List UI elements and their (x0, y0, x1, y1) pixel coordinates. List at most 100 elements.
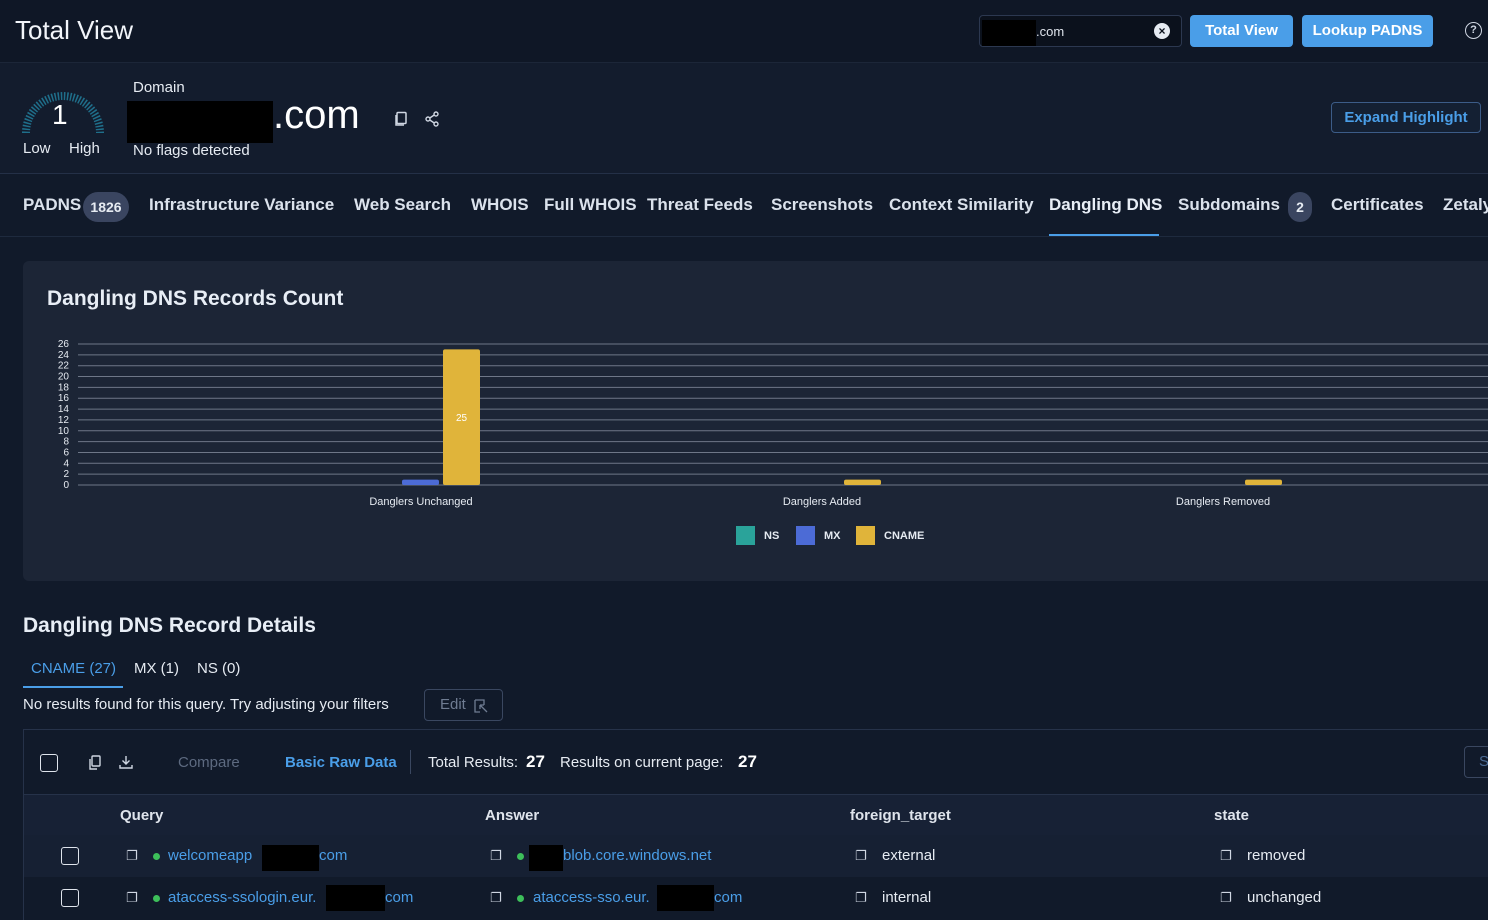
row-checkbox[interactable] (61, 847, 79, 865)
copy-icon[interactable]: ❐ (855, 890, 867, 905)
domain-header: 1 Low High Domain .com No flags detected… (0, 63, 1488, 174)
risk-score: 1 (52, 99, 68, 130)
col-foreign-target[interactable]: foreign_target (850, 807, 951, 824)
row-checkbox[interactable] (61, 889, 79, 907)
basic-raw-data-button[interactable]: Basic Raw Data (285, 754, 397, 771)
tab-whois[interactable]: WHOIS (471, 195, 529, 215)
expand-highlight-button[interactable]: Expand Highlight (1331, 102, 1481, 133)
total-results-label: Total Results: (428, 754, 519, 771)
tab-screenshots[interactable]: Screenshots (771, 195, 873, 215)
tab-subdomains[interactable]: Subdomains (1178, 195, 1280, 215)
subdomains-count-badge: 2 (1288, 192, 1312, 222)
edit-icon (474, 699, 488, 713)
table-row: ❐ ataccess-ssologin.eur. com ❐ ataccess-… (24, 877, 1488, 919)
y-tick-label: 14 (58, 404, 70, 415)
col-query[interactable]: Query (120, 807, 163, 824)
clear-icon[interactable]: × (1154, 23, 1170, 39)
table-toolbar: Compare Basic Raw Data Total Results: 27… (24, 730, 1488, 795)
x-tick-label: Danglers Removed (1176, 496, 1270, 508)
y-tick-label: 22 (58, 361, 70, 372)
subtab-ns[interactable]: NS (0) (197, 660, 240, 677)
tab-full-whois[interactable]: Full WHOIS (544, 195, 637, 215)
edit-button[interactable]: Edit (424, 689, 503, 721)
data-label: 25 (456, 413, 468, 424)
domain-label: Domain (133, 79, 185, 96)
active-subtab-indicator (23, 686, 123, 688)
bar-cname (844, 479, 881, 485)
copy-icon[interactable]: ❐ (126, 848, 138, 863)
tab-web-search[interactable]: Web Search (354, 195, 451, 215)
answer-link-suffix[interactable]: com (714, 889, 742, 906)
answer-link[interactable]: blob.core.windows.net (563, 847, 711, 864)
y-tick-label: 20 (58, 372, 70, 383)
answer-link[interactable]: ataccess-sso.eur. (533, 889, 650, 906)
padns-count-badge: 1826 (83, 192, 129, 222)
active-tab-indicator (1049, 234, 1159, 236)
flags-status: No flags detected (133, 142, 250, 159)
help-icon[interactable]: ? (1465, 22, 1482, 39)
tab-infrastructure-variance[interactable]: Infrastructure Variance (149, 195, 334, 215)
status-dot (517, 895, 524, 902)
dangling-dns-chart: 02468101214161820222426Danglers Unchange… (58, 339, 1488, 545)
legend-swatch-ns (736, 526, 755, 545)
copy-icon[interactable]: ❐ (1220, 890, 1232, 905)
tab-threat-feeds[interactable]: Threat Feeds (647, 195, 753, 215)
redacted-text (262, 845, 319, 871)
y-tick-label: 6 (63, 447, 69, 458)
col-state[interactable]: state (1214, 807, 1249, 824)
col-answer[interactable]: Answer (485, 807, 539, 824)
copy-icon[interactable] (393, 111, 409, 127)
tab-context-similarity[interactable]: Context Similarity (889, 195, 1034, 215)
copy-icon[interactable]: ❐ (855, 848, 867, 863)
tab-certificates[interactable]: Certificates (1331, 195, 1424, 215)
y-tick-label: 18 (58, 382, 70, 393)
subtab-mx[interactable]: MX (1) (134, 660, 179, 677)
y-tick-label: 12 (58, 415, 70, 426)
status-dot (153, 853, 160, 860)
bar-mx (402, 479, 439, 485)
domain-name: .com (273, 93, 360, 137)
compare-button[interactable]: Compare (178, 754, 240, 771)
top-bar: Total View .com × Total View Lookup PADN… (0, 0, 1488, 63)
status-dot (517, 853, 524, 860)
query-link-suffix[interactable]: com (385, 889, 413, 906)
query-link[interactable]: ataccess-ssologin.eur. (168, 889, 316, 906)
copy-icon[interactable]: ❐ (126, 890, 138, 905)
download-icon[interactable] (119, 755, 133, 769)
search-input[interactable]: .com × (979, 15, 1182, 47)
lookup-padns-button[interactable]: Lookup PADNS (1302, 15, 1433, 47)
tab-padns[interactable]: PADNS (23, 195, 81, 215)
legend-label: CNAME (884, 530, 924, 542)
copy-icon[interactable]: ❐ (1220, 848, 1232, 863)
page-title: Total View (15, 15, 134, 45)
tab-bar: PADNS 1826 Infrastructure Variance Web S… (0, 175, 1488, 237)
y-tick-label: 10 (58, 426, 70, 437)
details-title: Dangling DNS Record Details (23, 614, 316, 637)
share-icon[interactable] (424, 111, 440, 127)
foreign-target-value: internal (882, 889, 932, 906)
copy-icon[interactable]: ❐ (490, 848, 502, 863)
tab-dangling-dns[interactable]: Dangling DNS (1049, 195, 1162, 215)
legend-label: MX (824, 530, 841, 542)
select-all-checkbox[interactable] (40, 754, 58, 772)
y-tick-label: 26 (58, 339, 70, 350)
toolbar-divider (410, 750, 411, 774)
copy-icon[interactable]: ❐ (490, 890, 502, 905)
table-row: ❐ welcomeapp com ❐ blob.core.windows.net… (24, 835, 1488, 877)
y-tick-label: 0 (63, 480, 69, 491)
edit-label: Edit (440, 696, 466, 713)
page-results-label: Results on current page: (560, 754, 724, 771)
total-view-button[interactable]: Total View (1190, 15, 1293, 47)
tab-zetaly[interactable]: Zetaly (1443, 195, 1488, 215)
query-link[interactable]: welcomeapp (168, 847, 252, 864)
subtab-cname[interactable]: CNAME (27) (31, 660, 116, 677)
y-tick-label: 2 (63, 469, 69, 480)
copy-icon[interactable] (88, 755, 102, 771)
redacted-text (326, 885, 385, 911)
settings-button[interactable]: S (1464, 746, 1488, 778)
gauge-low-label: Low (23, 140, 51, 157)
chart-card: Dangling DNS Records Count 0 2 4 6 8 10 12 14 16… (23, 261, 1488, 581)
status-dot (153, 895, 160, 902)
legend-label: NS (764, 530, 779, 542)
query-link-suffix[interactable]: com (319, 847, 347, 864)
